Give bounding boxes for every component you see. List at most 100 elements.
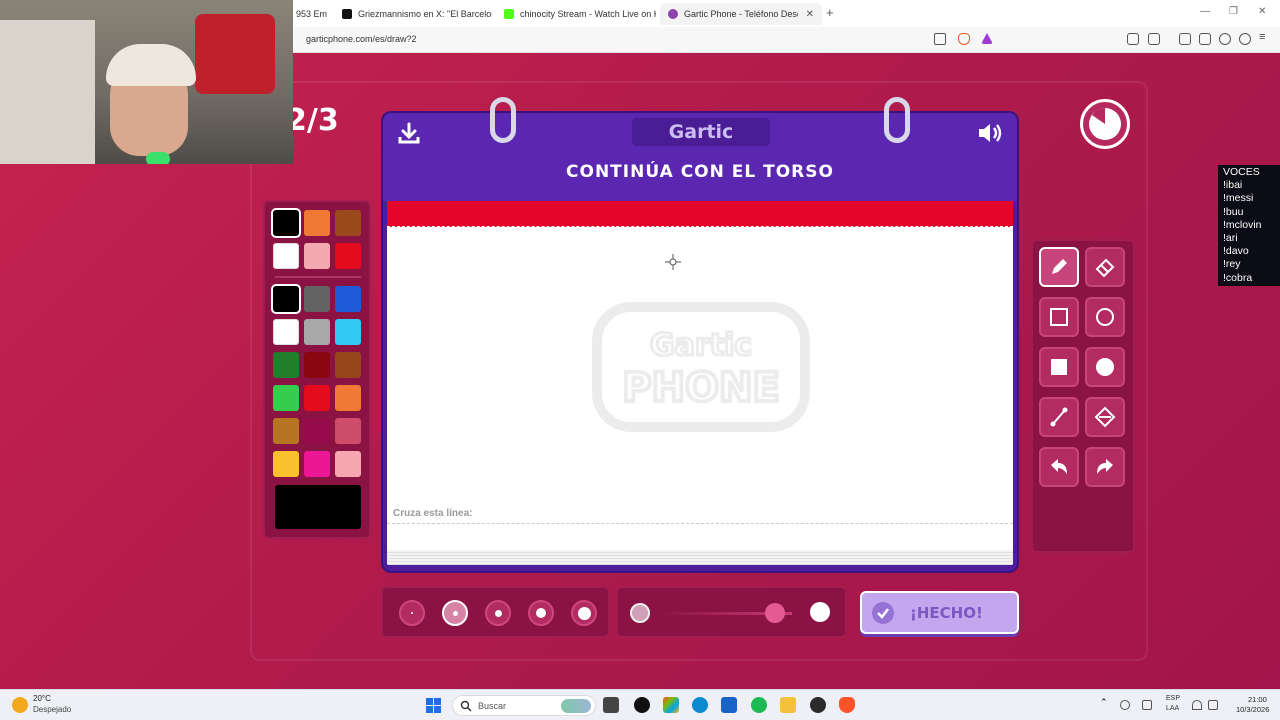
color-swatch-1[interactable] — [271, 284, 301, 314]
chevron-up-icon[interactable]: ⌃ — [1100, 697, 1110, 707]
url-field[interactable]: garticphone.com/es/draw?2 — [306, 34, 417, 44]
menu-icon[interactable]: ≡ — [1259, 31, 1265, 43]
voice-item: !cobra — [1223, 271, 1253, 284]
color-swatch-3[interactable] — [335, 286, 361, 312]
wallet-icon[interactable] — [1199, 33, 1211, 45]
color-swatch-4[interactable] — [273, 319, 299, 345]
color-swatch-12[interactable] — [335, 385, 361, 411]
color-swatch-2[interactable] — [304, 286, 330, 312]
rewards-icon[interactable] — [981, 33, 993, 44]
tab-1[interactable]: 953 Em — [288, 3, 330, 25]
weather-sun-icon[interactable] — [12, 697, 28, 713]
drawing-canvas[interactable]: Gartic PHONE Cruza esta línea: — [387, 201, 1013, 565]
wifi-icon[interactable] — [1192, 700, 1202, 710]
app-icon-1[interactable] — [634, 697, 650, 713]
leo-icon[interactable] — [1219, 33, 1231, 45]
keyboard-layout-indicator[interactable]: LAA — [1166, 705, 1179, 712]
maximize-button[interactable]: ❐ — [1229, 6, 1238, 17]
color-swatch-top-4[interactable] — [273, 243, 299, 269]
pencil-icon[interactable] — [1039, 247, 1079, 287]
circle-outline-icon[interactable] — [1085, 297, 1125, 337]
color-swatch-11[interactable] — [304, 385, 330, 411]
task-view-icon[interactable] — [603, 697, 619, 713]
brave-icon[interactable] — [839, 697, 855, 713]
color-swatch-13[interactable] — [273, 418, 299, 444]
reader-icon[interactable] — [1148, 33, 1160, 45]
color-swatch-6[interactable] — [335, 319, 361, 345]
taskbar-search[interactable]: Buscar — [452, 695, 596, 716]
tool-panel — [1031, 239, 1135, 553]
color-swatch-5[interactable] — [304, 319, 330, 345]
spotify-icon[interactable] — [751, 697, 767, 713]
check-icon — [872, 601, 894, 624]
download-icon[interactable] — [397, 121, 421, 145]
tab-2[interactable]: Griezmannismo en X: "El Barcelona n — [334, 3, 492, 25]
brush-size-4[interactable] — [528, 600, 554, 626]
tray-icon-2[interactable] — [1142, 700, 1152, 710]
clock-date[interactable]: 10/3/2026 — [1236, 705, 1269, 714]
volume-icon[interactable] — [1208, 700, 1218, 710]
round-counter: 2/3 — [286, 103, 339, 138]
color-swatch-15[interactable] — [335, 418, 361, 444]
color-swatch-16[interactable] — [273, 451, 299, 477]
color-swatch-10[interactable] — [273, 385, 299, 411]
weather-temperature: 20°C — [33, 694, 51, 703]
color-swatch-18[interactable] — [335, 451, 361, 477]
speaker-icon[interactable] — [977, 121, 1005, 145]
share-icon[interactable] — [934, 33, 946, 45]
instruction-text: CONTINÚA CON EL TORSO — [566, 162, 834, 182]
brush-size-3[interactable] — [485, 600, 511, 626]
color-swatch-8[interactable] — [304, 352, 330, 378]
done-button[interactable]: ¡HECHO! — [860, 591, 1019, 634]
undo-icon[interactable] — [1039, 447, 1079, 487]
edge-icon[interactable] — [692, 697, 708, 713]
voice-item: !ibai — [1223, 179, 1243, 192]
color-swatch-7[interactable] — [273, 352, 299, 378]
eraser-icon[interactable] — [1085, 247, 1125, 287]
copilot-icon[interactable] — [663, 697, 679, 713]
fill-bucket-icon[interactable] — [1085, 397, 1125, 437]
search-icon — [460, 700, 472, 711]
color-swatch-9[interactable] — [335, 352, 361, 378]
windows-start-icon[interactable] — [426, 698, 441, 713]
color-swatch-14[interactable] — [304, 418, 330, 444]
vpn-icon[interactable] — [1239, 33, 1251, 45]
close-tab-icon[interactable]: ✕ — [806, 9, 814, 20]
brave-shield-icon[interactable] — [958, 33, 970, 45]
file-explorer-icon[interactable] — [780, 697, 796, 713]
color-swatch-top-1[interactable] — [271, 208, 301, 238]
gartic-logo-icon — [668, 9, 678, 19]
close-window-button[interactable]: ✕ — [1258, 6, 1266, 17]
opacity-handle[interactable] — [764, 603, 785, 623]
new-tab-button[interactable]: + — [826, 5, 834, 20]
brush-size-2[interactable] — [442, 600, 468, 626]
sidebar-icon[interactable] — [1179, 33, 1191, 45]
opacity-max-icon — [810, 602, 830, 622]
color-swatch-top-2[interactable] — [304, 210, 330, 236]
search-placeholder: Buscar — [478, 700, 507, 711]
timer — [1080, 99, 1130, 149]
color-swatch-top-6[interactable] — [335, 243, 361, 269]
color-swatch-top-3[interactable] — [335, 210, 361, 236]
tray-icon-1[interactable] — [1120, 700, 1130, 710]
line-icon[interactable] — [1039, 397, 1079, 437]
tab-4-active[interactable]: Gartic Phone - Teléfono Descon ✕ — [660, 3, 822, 25]
voice-item: !buu — [1223, 205, 1244, 218]
extensions-icon[interactable] — [1127, 33, 1139, 45]
brush-size-5[interactable] — [571, 600, 597, 626]
redo-icon[interactable] — [1085, 447, 1125, 487]
app-icon-2[interactable] — [810, 697, 826, 713]
current-color-preview — [275, 485, 361, 529]
windows-taskbar: 20°C Despejado Buscar ⌃ ESP LAA 21:00 10… — [0, 689, 1280, 720]
color-swatch-17[interactable] — [304, 451, 330, 477]
circle-filled-icon[interactable] — [1085, 347, 1125, 387]
language-indicator[interactable]: ESP — [1166, 695, 1180, 702]
square-filled-icon[interactable] — [1039, 347, 1079, 387]
clock-time[interactable]: 21:00 — [1248, 695, 1267, 704]
tab-3[interactable]: chinocity Stream - Watch Live on Kick — [496, 3, 656, 25]
square-outline-icon[interactable] — [1039, 297, 1079, 337]
brush-size-1[interactable] — [399, 600, 425, 626]
minimize-button[interactable]: — — [1200, 6, 1210, 17]
store-icon[interactable] — [721, 697, 737, 713]
color-swatch-top-5[interactable] — [304, 243, 330, 269]
